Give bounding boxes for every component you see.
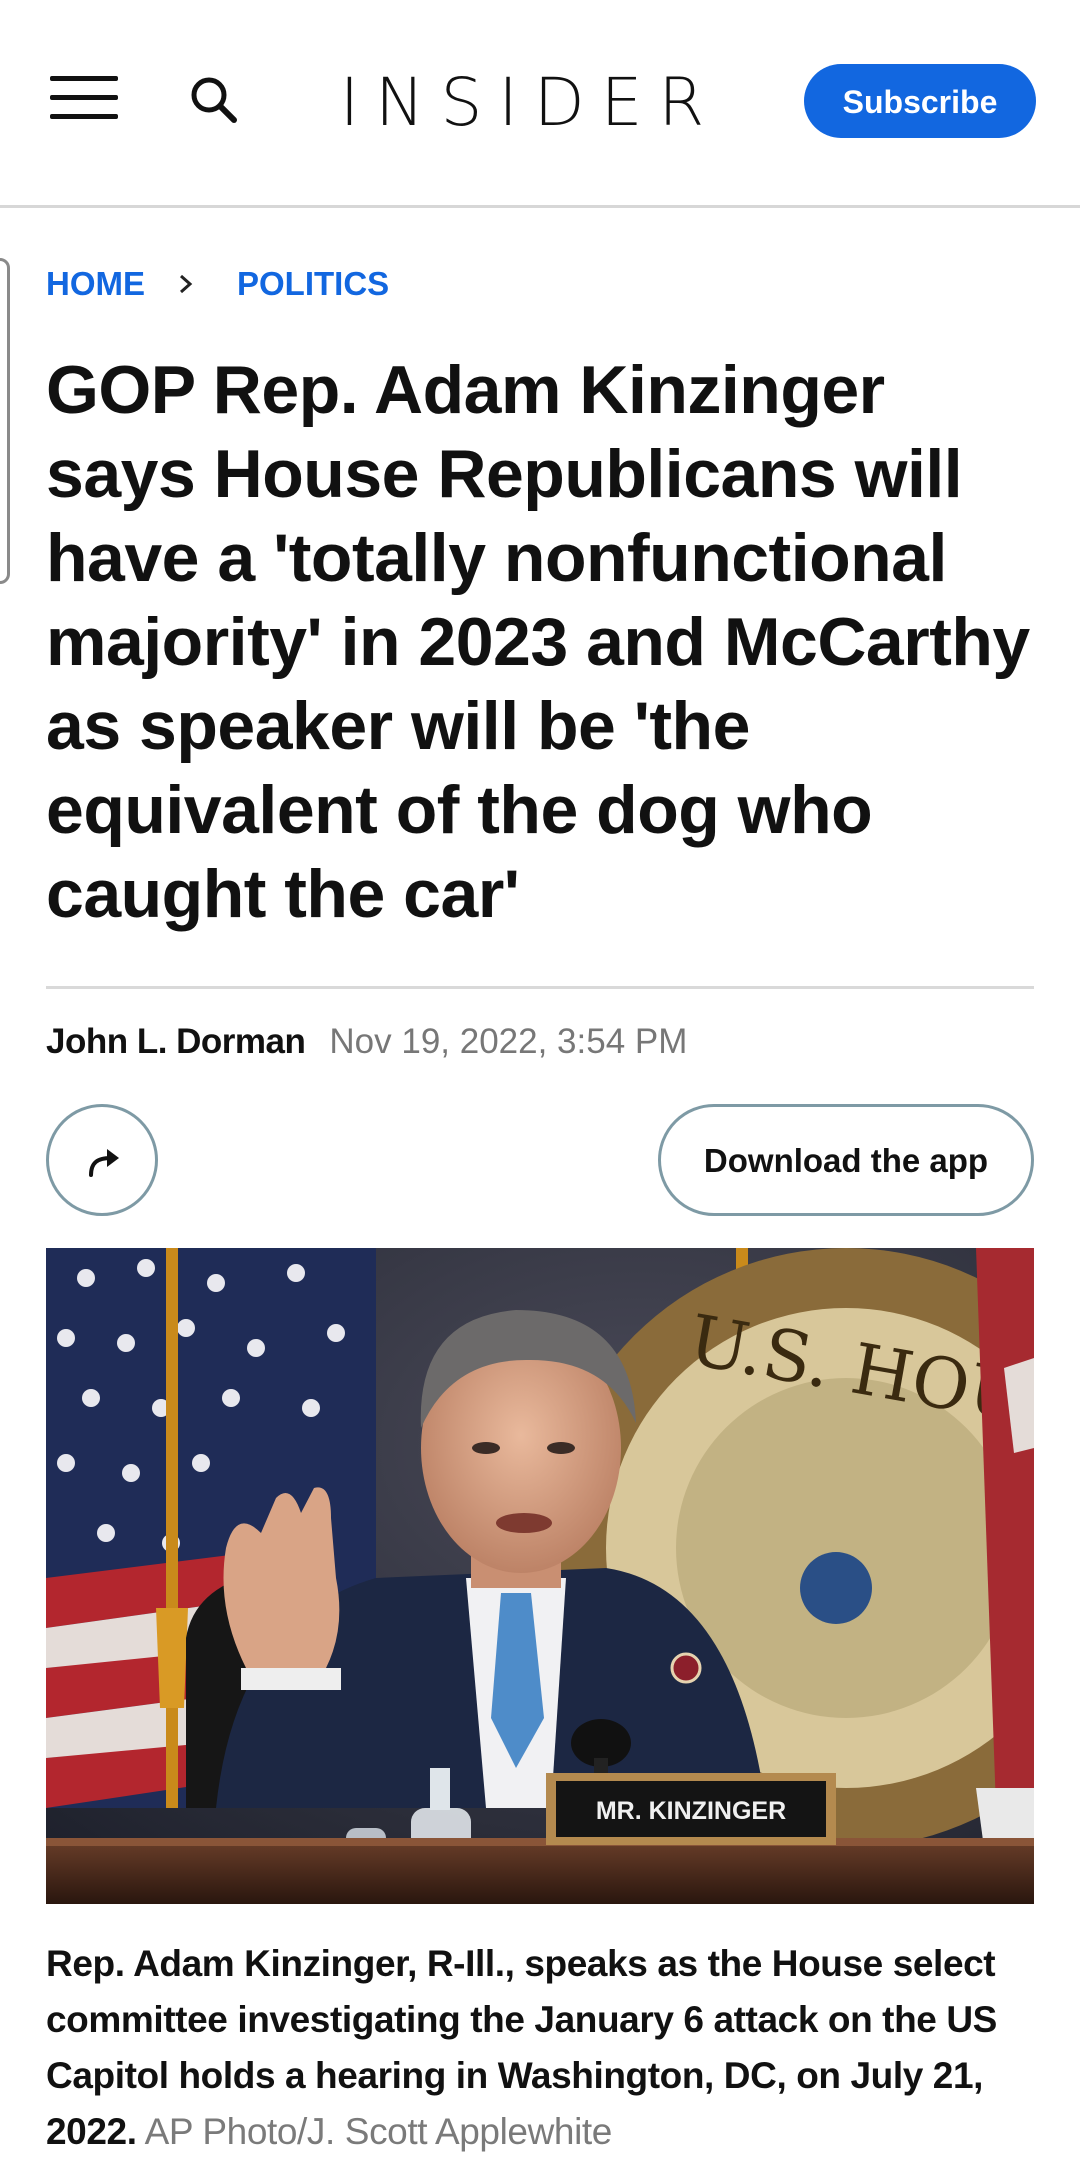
photo-credit: AP Photo/J. Scott Applewhite bbox=[144, 2111, 613, 2152]
publish-date: Nov 19, 2022, 3:54 PM bbox=[329, 1022, 688, 1061]
breadcrumb-politics-link[interactable]: POLITICS bbox=[237, 265, 389, 303]
divider bbox=[46, 986, 1034, 989]
subscribe-button[interactable]: Subscribe bbox=[804, 64, 1036, 138]
hamburger-menu-icon[interactable] bbox=[50, 76, 118, 120]
insider-logo[interactable]: INSIDER bbox=[330, 58, 730, 148]
article-photo[interactable]: U.S. HOUSE OF bbox=[46, 1248, 1034, 1904]
nameplate-text: MR. KINZINGER bbox=[596, 1797, 786, 1825]
byline: John L. Dorman Nov 19, 2022, 3:54 PM bbox=[46, 1022, 687, 1072]
chevron-right-icon bbox=[180, 274, 193, 294]
search-icon[interactable] bbox=[188, 74, 240, 126]
breadcrumb-home-link[interactable]: HOME bbox=[46, 265, 145, 303]
share-button[interactable] bbox=[46, 1104, 158, 1216]
download-app-button[interactable]: Download the app bbox=[658, 1104, 1034, 1216]
top-navigation-bar: INSIDER Subscribe bbox=[0, 0, 1080, 208]
breadcrumb: HOME POLITICS bbox=[46, 262, 389, 306]
side-drawer-handle[interactable] bbox=[0, 258, 10, 584]
author-name[interactable]: John L. Dorman bbox=[46, 1022, 306, 1062]
photo-caption: Rep. Adam Kinzinger, R-Ill., speaks as t… bbox=[46, 1936, 1046, 2160]
share-arrow-icon bbox=[89, 1149, 119, 1177]
article-headline: GOP Rep. Adam Kinzinger says House Repub… bbox=[46, 352, 1030, 932]
